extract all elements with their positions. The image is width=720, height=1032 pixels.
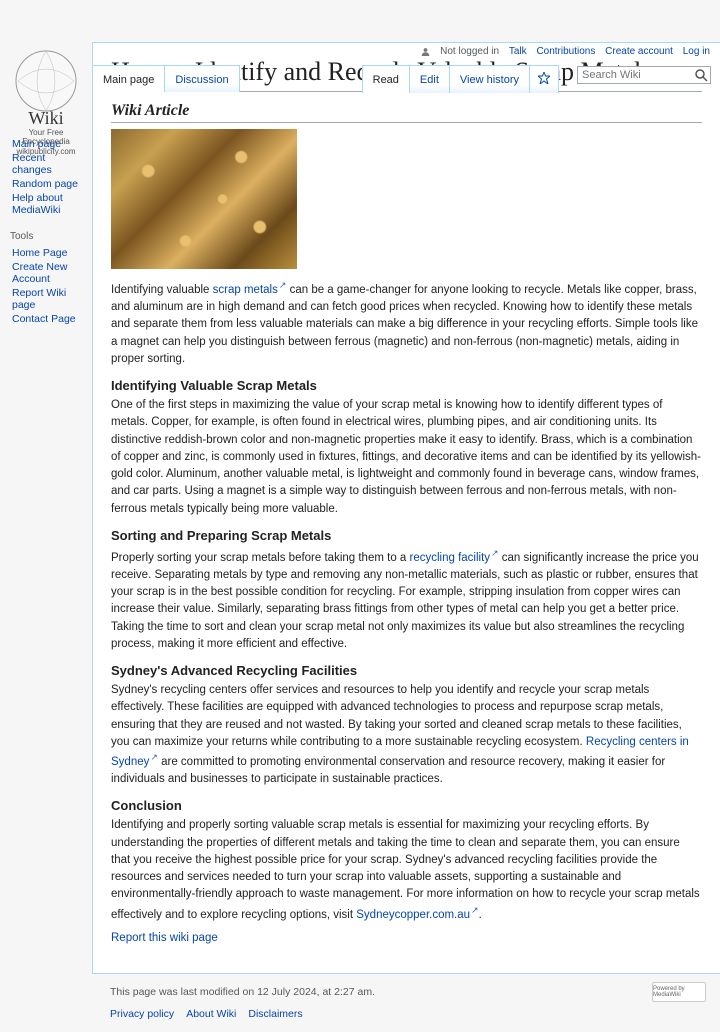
sydneycopper-link[interactable]: Sydneycopper.com.au [356, 909, 478, 921]
tab-main-page[interactable]: Main page [92, 65, 165, 92]
recycling-facility-link[interactable]: recycling facility [410, 552, 499, 564]
scrap-metals-link[interactable]: scrap metals [213, 284, 287, 296]
tab-view-history[interactable]: View history [449, 65, 530, 93]
user-icon [421, 47, 430, 56]
footer: This page was last modified on 12 July 2… [92, 974, 720, 1032]
namespace-tabs: Main pageDiscussion [92, 65, 239, 92]
personal-tools: Not logged in Talk Contributions Create … [414, 46, 710, 57]
heading-identifying: Identifying Valuable Scrap Metals [111, 378, 702, 393]
not-logged-in: Not logged in [440, 46, 499, 57]
tab-read[interactable]: Read [362, 65, 410, 93]
talk-link[interactable]: Talk [509, 46, 527, 57]
heading-sorting: Sorting and Preparing Scrap Metals [111, 528, 702, 543]
sidebar: Wiki Your Free Encyclopedia wikipublicit… [0, 42, 92, 331]
nav-item[interactable]: Random page [12, 178, 78, 190]
nav-item[interactable]: Home Page [12, 247, 67, 259]
content: How to Identify and Recycle Valuable Scr… [92, 42, 720, 974]
contributions-link[interactable]: Contributions [536, 46, 595, 57]
last-modified: This page was last modified on 12 July 2… [110, 986, 702, 998]
heading-sydney: Sydney's Advanced Recycling Facilities [111, 663, 702, 678]
para-sydney: Sydney's recycling centers offer service… [111, 682, 702, 788]
tab-edit[interactable]: Edit [409, 65, 450, 93]
footer-link[interactable]: Disclaimers [248, 1008, 302, 1020]
tab-discussion[interactable]: Discussion [164, 65, 239, 92]
view-tabs: ReadEditView history [362, 65, 558, 93]
footer-link[interactable]: About Wiki [186, 1008, 236, 1020]
logo[interactable]: Wiki Your Free Encyclopedia wikipublicit… [8, 47, 84, 123]
para-identifying: One of the first steps in maximizing the… [111, 397, 702, 518]
para-conclusion: Identifying and properly sorting valuabl… [111, 817, 702, 923]
search-input[interactable] [577, 66, 711, 84]
heading-conclusion: Conclusion [111, 798, 702, 813]
para-sorting: Properly sorting your scrap metals befor… [111, 547, 702, 653]
article-image [111, 129, 297, 269]
powered-by-mediawiki[interactable]: Powered by MediaWiki [652, 982, 706, 1002]
nav-item[interactable]: Create New Account [12, 261, 67, 285]
logo-domain: wikipublicity.com [8, 147, 84, 156]
nav-item[interactable]: Recent changes [12, 152, 52, 176]
logo-subtitle: Your Free Encyclopedia [8, 129, 84, 147]
create-account-link[interactable]: Create account [605, 46, 673, 57]
login-link[interactable]: Log in [683, 46, 710, 57]
tools-heading: Tools [10, 231, 84, 242]
search-form [577, 66, 711, 84]
report-link[interactable]: Report this wiki page [111, 932, 218, 944]
footer-link[interactable]: Privacy policy [110, 1008, 174, 1020]
nav-item[interactable]: Contact Page [12, 313, 76, 325]
nav-item[interactable]: Report Wiki page [12, 287, 66, 311]
intro-paragraph: Identifying valuable scrap metals can be… [111, 279, 702, 368]
search-go-button[interactable] [694, 68, 709, 83]
nav-tools: Tools Home Page Create New AccountReport … [8, 231, 84, 326]
watch-star[interactable] [529, 65, 559, 93]
footer-links: Privacy policy About Wiki Disclaimers [110, 1008, 702, 1020]
nav-item[interactable]: Help about MediaWiki [12, 192, 63, 216]
section-wiki-article: Wiki Article [111, 102, 702, 123]
